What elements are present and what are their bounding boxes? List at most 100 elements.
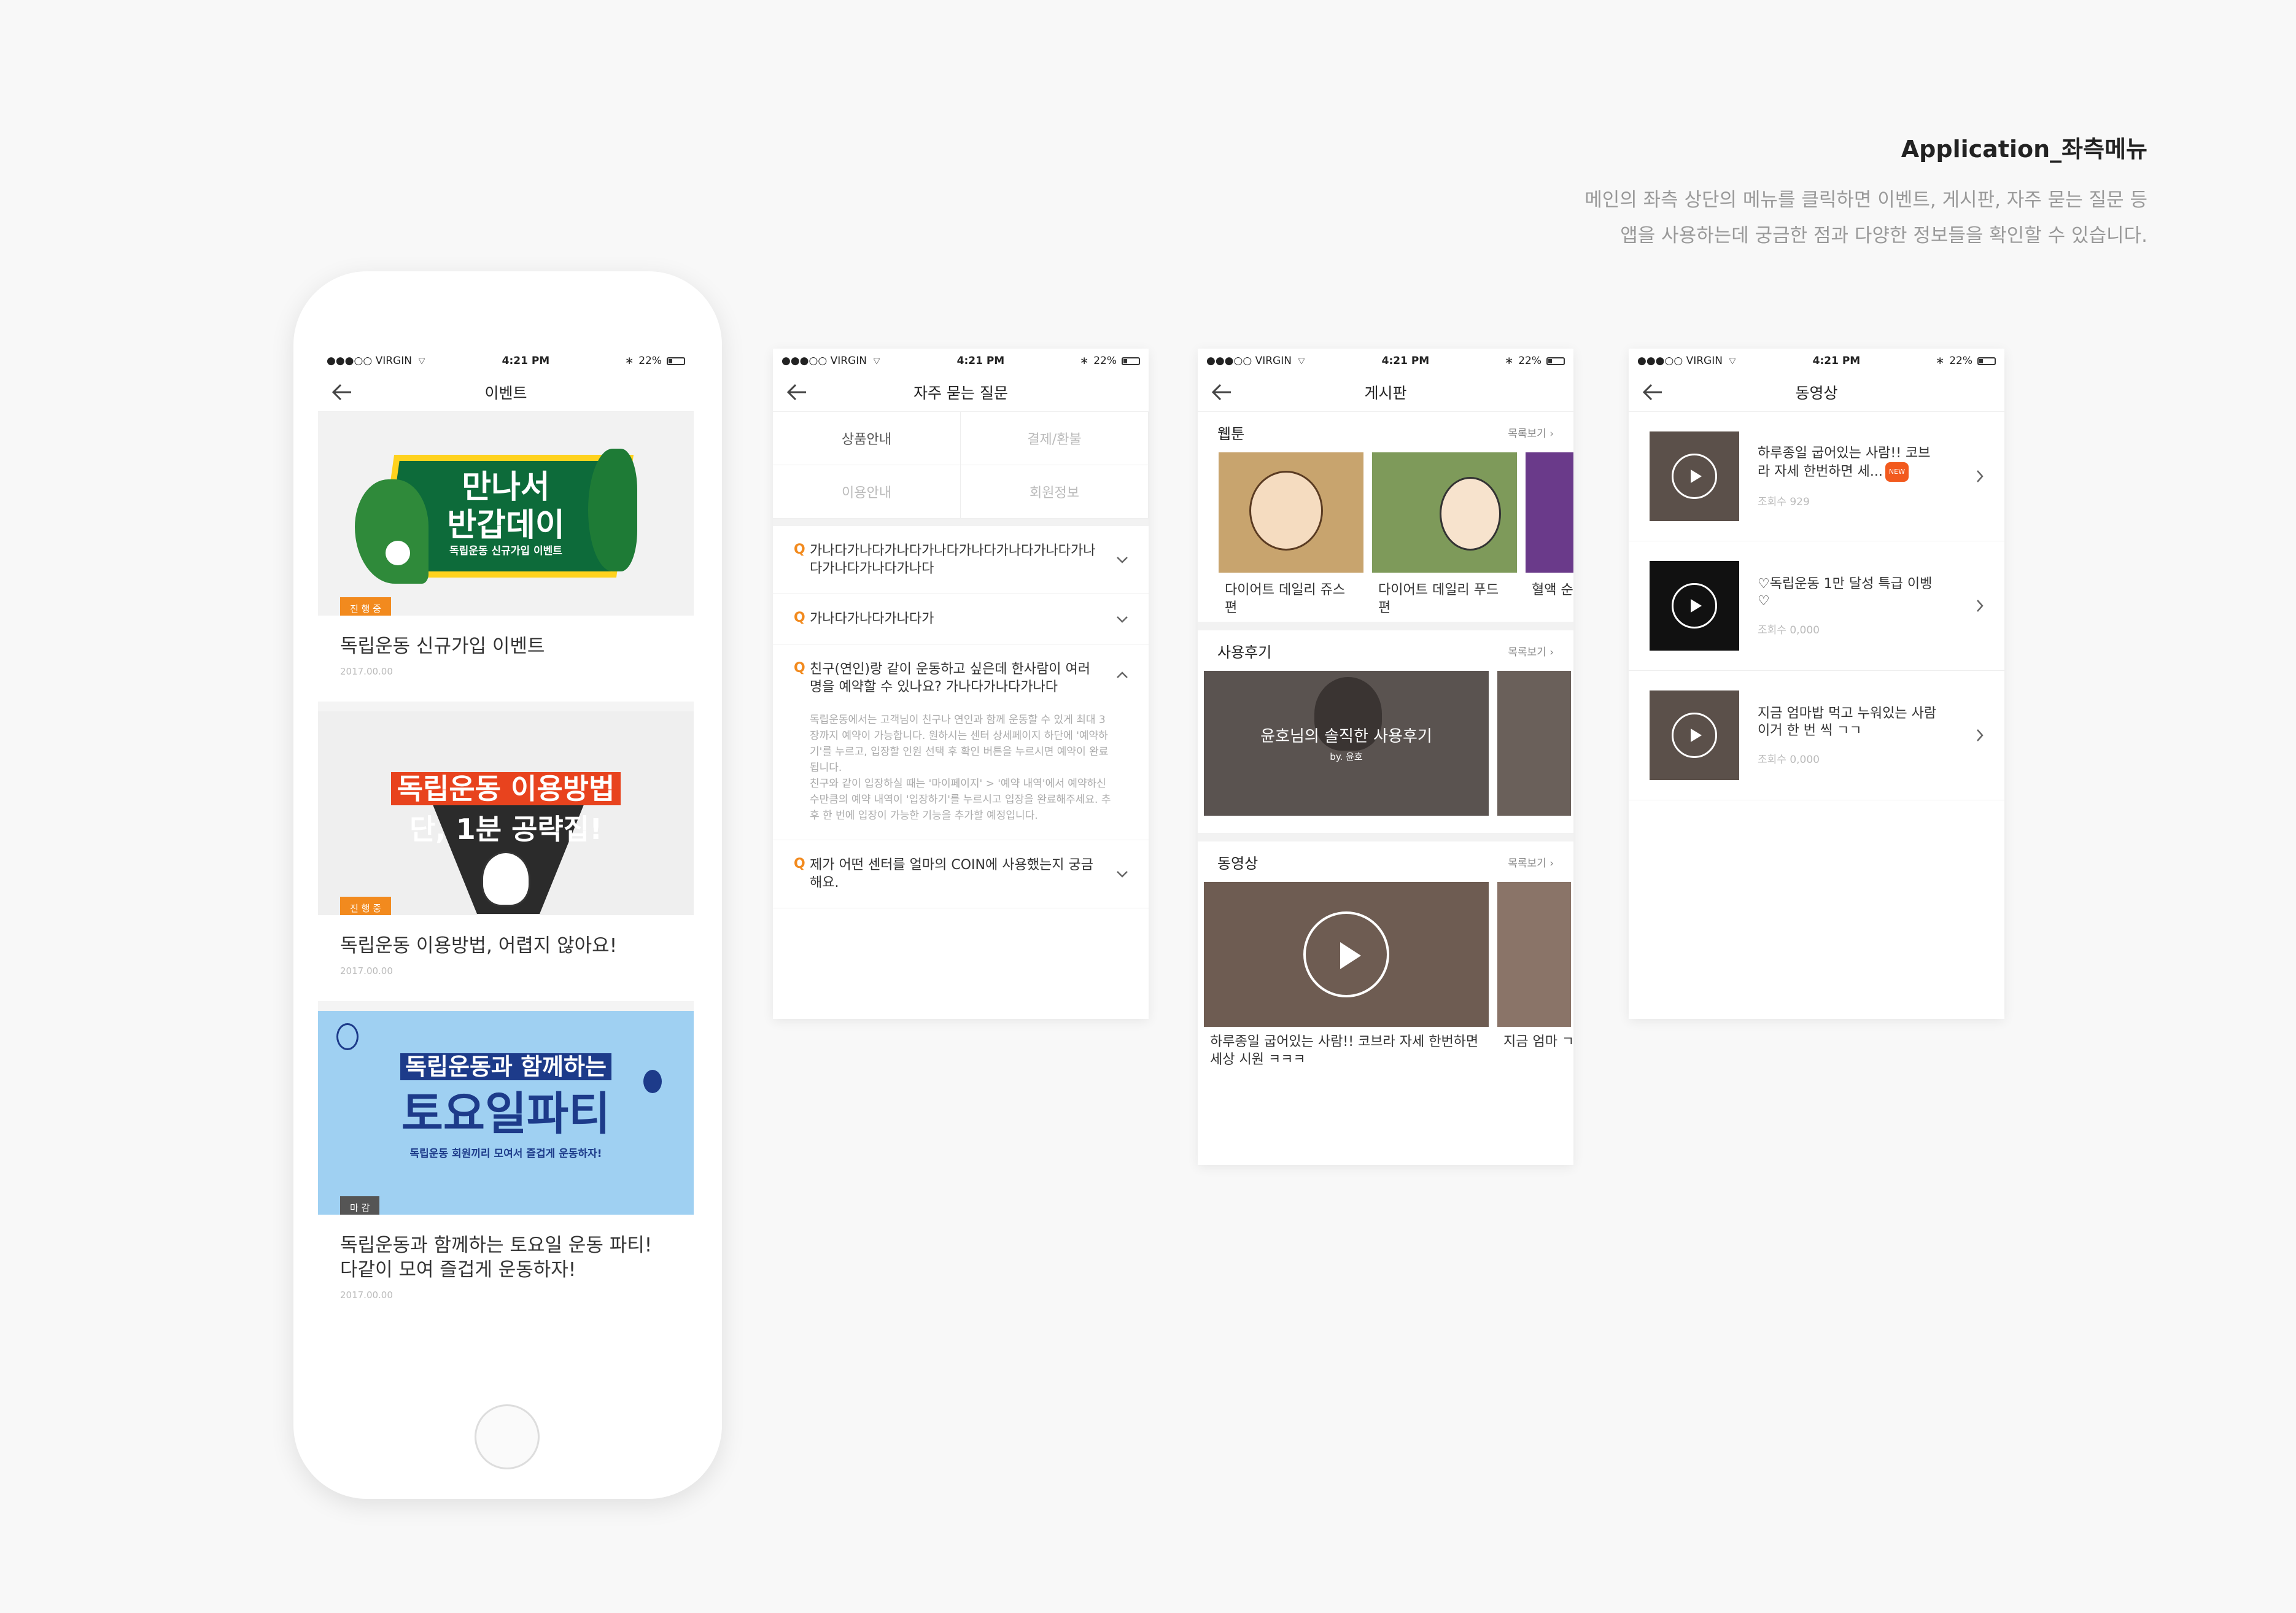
back-arrow-icon[interactable]: [1642, 383, 1663, 401]
view-count: 조회수 0,000: [1758, 624, 1820, 636]
banner-headline-text: 독립운동 이용방법: [390, 772, 621, 805]
event-title-line: 다같이 모여 즐겁게 운동하자!: [340, 1259, 576, 1281]
banner-headline: 토요일파티: [401, 1088, 611, 1140]
play-icon[interactable]: [1672, 583, 1717, 629]
chevron-up-icon: [1117, 671, 1128, 678]
video-list-item[interactable]: ♡독립운동 1만 달성 특급 이벵♡ 조회수 0,000: [1629, 541, 2004, 671]
faq-question: 가나다가나다가나다가나다가나다가나다가나다가나다가나다가나다가나다: [810, 543, 1096, 576]
chevron-down-icon: [1117, 557, 1128, 563]
question-mark-label: Q: [794, 856, 805, 872]
webtoon-card[interactable]: 다이어트 데일리 쥬스 편: [1219, 452, 1363, 622]
video-info: 하루종일 굽어있는 사람!! 코브라 자세 한번하면 세... NEW 조회수 9…: [1758, 445, 1942, 508]
event-banner: 독립운동과 함께하는 토요일파티 독립운동 회원끼리 모여서 즐겁게 운동하자!…: [318, 1011, 694, 1215]
webtoon-section: 웹툰 목록보기 › 다이어트 데일리 쥬스 편 다이어트 데일리 푸드 편 혈액…: [1198, 412, 1573, 630]
wifi-icon: ⌔: [1727, 355, 1737, 368]
webtoon-caption: 다이어트 데일리 푸드 편: [1378, 582, 1499, 616]
video-thumbnail: [1650, 561, 1739, 651]
event-banner: 만나서 반갑데이 독립운동 신규가입 이벤트 진 행 중: [318, 412, 694, 616]
status-bar: ●●●○○ VIRGIN ⌔ 4:21 PM ∗ 22%: [773, 349, 1149, 373]
webtoon-card[interactable]: 다이어트 데일리 푸드 편: [1372, 452, 1517, 622]
video-thumbnail: [1650, 690, 1739, 780]
tab-payment-refund[interactable]: 결제/환불: [961, 412, 1149, 465]
faq-question: 가나다가나다가나다가: [810, 611, 934, 627]
event-card[interactable]: 독립운동과 함께하는 토요일파티 독립운동 회원끼리 모여서 즐겁게 운동하자!…: [318, 1011, 694, 1301]
faq-answer-paragraph: 독립운동에서는 고객님이 친구나 연인과 함께 운동할 수 있게 최대 3장까지…: [810, 714, 1109, 774]
play-icon[interactable]: [1303, 911, 1389, 997]
video-card[interactable]: 지금 엄마 ㄱㄱ: [1497, 882, 1573, 1069]
play-icon[interactable]: [1672, 454, 1717, 499]
status-badge: 마 감: [340, 1196, 380, 1215]
bluetooth-icon: ∗: [1079, 355, 1089, 367]
battery-icon: [667, 357, 685, 365]
status-time: 4:21 PM: [1812, 355, 1861, 367]
review-carousel[interactable]: 윤호님의 솔직한 사용후기 by. 윤호: [1198, 671, 1573, 833]
status-time: 4:21 PM: [1381, 355, 1430, 367]
webtoon-thumbnail: [1526, 452, 1573, 573]
more-link[interactable]: 목록보기 ›: [1508, 854, 1554, 870]
event-date: 2017.00.00: [340, 666, 393, 677]
faq-item[interactable]: Q 가나다가나다가나다가: [773, 594, 1149, 644]
status-bar: ●●●○○ VIRGIN ⌔ 4:21 PM ∗ 22%: [1629, 349, 2004, 373]
video-list-item[interactable]: 지금 엄마밥 먹고 누워있는 사람 이거 한 번 씩 ㄱㄱ 조회수 0,000: [1629, 671, 2004, 800]
video-section: 동영상 목록보기 › 하루종일 굽어있는 사람!! 코브라 자세 한번하면 세상…: [1198, 841, 1573, 1069]
chevron-right-icon: [1977, 729, 1984, 741]
faq-answer: 독립운동에서는 고객님이 친구나 연인과 함께 운동할 수 있게 최대 3장까지…: [773, 712, 1149, 840]
webtoon-card[interactable]: 혈액 순: [1526, 452, 1573, 622]
banner-headline: 단, 1분 공략집!: [409, 813, 603, 846]
video-list-item[interactable]: 하루종일 굽어있는 사람!! 코브라 자세 한번하면 세... NEW 조회수 9…: [1629, 412, 2004, 541]
banner-headline: 독립운동과 함께하는: [318, 1048, 694, 1081]
carrier-label: ●●●○○ VIRGIN: [327, 355, 412, 367]
wifi-icon: ⌔: [416, 355, 427, 368]
battery-percent: 22%: [638, 355, 662, 367]
event-card[interactable]: 독립운동 이용방법 단, 1분 공략집! 진 행 중 독립운동 이용방법, 어렵…: [318, 711, 694, 1001]
event-card[interactable]: 만나서 반갑데이 독립운동 신규가입 이벤트 진 행 중 독립운동 신규가입 이…: [318, 412, 694, 702]
battery-percent: 22%: [1949, 355, 1972, 367]
character-illustration: [1440, 477, 1501, 551]
section-header: 웹툰 목록보기 ›: [1198, 412, 1573, 452]
status-bar: ●●●○○ VIRGIN ⌔ 4:21 PM ∗ 22%: [1198, 349, 1573, 373]
faq-item[interactable]: Q 가나다가나다가나다가나다가나다가나다가나다가나다가나다가나다가나다: [773, 526, 1149, 594]
back-arrow-icon[interactable]: [332, 383, 352, 401]
status-time: 4:21 PM: [502, 355, 550, 367]
bluetooth-icon: ∗: [1504, 355, 1514, 367]
video-carousel[interactable]: 하루종일 굽어있는 사람!! 코브라 자세 한번하면 세상 시원 ㅋㅋㅋ 지금 …: [1198, 882, 1573, 1069]
balloon-decoration: [336, 1023, 359, 1050]
tab-product-info[interactable]: 상품안내: [773, 412, 961, 465]
review-card[interactable]: 윤호님의 솔직한 사용후기 by. 윤호: [1204, 671, 1489, 816]
review-section: 사용후기 목록보기 › 윤호님의 솔직한 사용후기 by. 윤호: [1198, 630, 1573, 841]
webtoon-carousel[interactable]: 다이어트 데일리 쥬스 편 다이어트 데일리 푸드 편 혈액 순: [1198, 452, 1573, 622]
tab-usage-guide[interactable]: 이용안내: [773, 465, 961, 519]
character-illustration: [1249, 471, 1323, 551]
back-arrow-icon[interactable]: [1211, 383, 1232, 401]
back-arrow-icon[interactable]: [786, 383, 807, 401]
screen-title: 게시판: [1364, 384, 1407, 402]
screen-title: 이벤트: [484, 384, 527, 402]
banner-subtitle: 독립운동 신규가입 이벤트: [449, 545, 562, 557]
home-button[interactable]: [475, 1404, 540, 1469]
tab-member-info[interactable]: 회원정보: [961, 465, 1149, 519]
banner-subtitle: 독립운동 회원끼리 모여서 즐겁게 운동하자!: [409, 1148, 602, 1160]
section-title: 사용후기: [1217, 643, 1272, 661]
event-title: 독립운동 이용방법, 어렵지 않아요!: [340, 935, 618, 957]
screen-title: 동영상: [1795, 384, 1838, 402]
more-link[interactable]: 목록보기 ›: [1508, 425, 1554, 440]
section-header: 동영상 목록보기 ›: [1198, 841, 1573, 882]
description-line: 메인의 좌측 상단의 메뉴를 클릭하면 이벤트, 게시판, 자주 묻는 질문 등: [1584, 189, 2147, 211]
screen-title: 자주 묻는 질문: [913, 384, 1008, 402]
play-icon[interactable]: [1672, 713, 1717, 758]
faq-item-expanded[interactable]: Q 친구(연인)랑 같이 운동하고 싶은데 한사람이 여러 명을 예약할 수 있…: [773, 644, 1149, 712]
webtoon-thumbnail: [1372, 452, 1517, 573]
battery-icon: [1122, 357, 1140, 365]
review-thumbnail: [1497, 671, 1571, 816]
video-thumbnail: [1650, 431, 1739, 521]
video-caption: 하루종일 굽어있는 사람!! 코브라 자세 한번하면 세상 시원 ㅋㅋㅋ: [1210, 1034, 1479, 1067]
banner-headline-text: 독립운동과 함께하는: [400, 1053, 611, 1080]
more-link[interactable]: 목록보기 ›: [1508, 643, 1554, 659]
carrier-label: ●●●○○ VIRGIN: [1206, 355, 1292, 367]
event-date: 2017.00.00: [340, 1290, 393, 1301]
nav-bar: 이벤트: [318, 373, 694, 412]
divider: [318, 702, 694, 711]
video-card[interactable]: 하루종일 굽어있는 사람!! 코브라 자세 한번하면 세상 시원 ㅋㅋㅋ: [1204, 882, 1489, 1069]
faq-item[interactable]: Q 제가 어떤 센터를 얼마의 COIN에 사용했는지 궁금해요.: [773, 840, 1149, 908]
chevron-down-icon: [1117, 616, 1128, 623]
